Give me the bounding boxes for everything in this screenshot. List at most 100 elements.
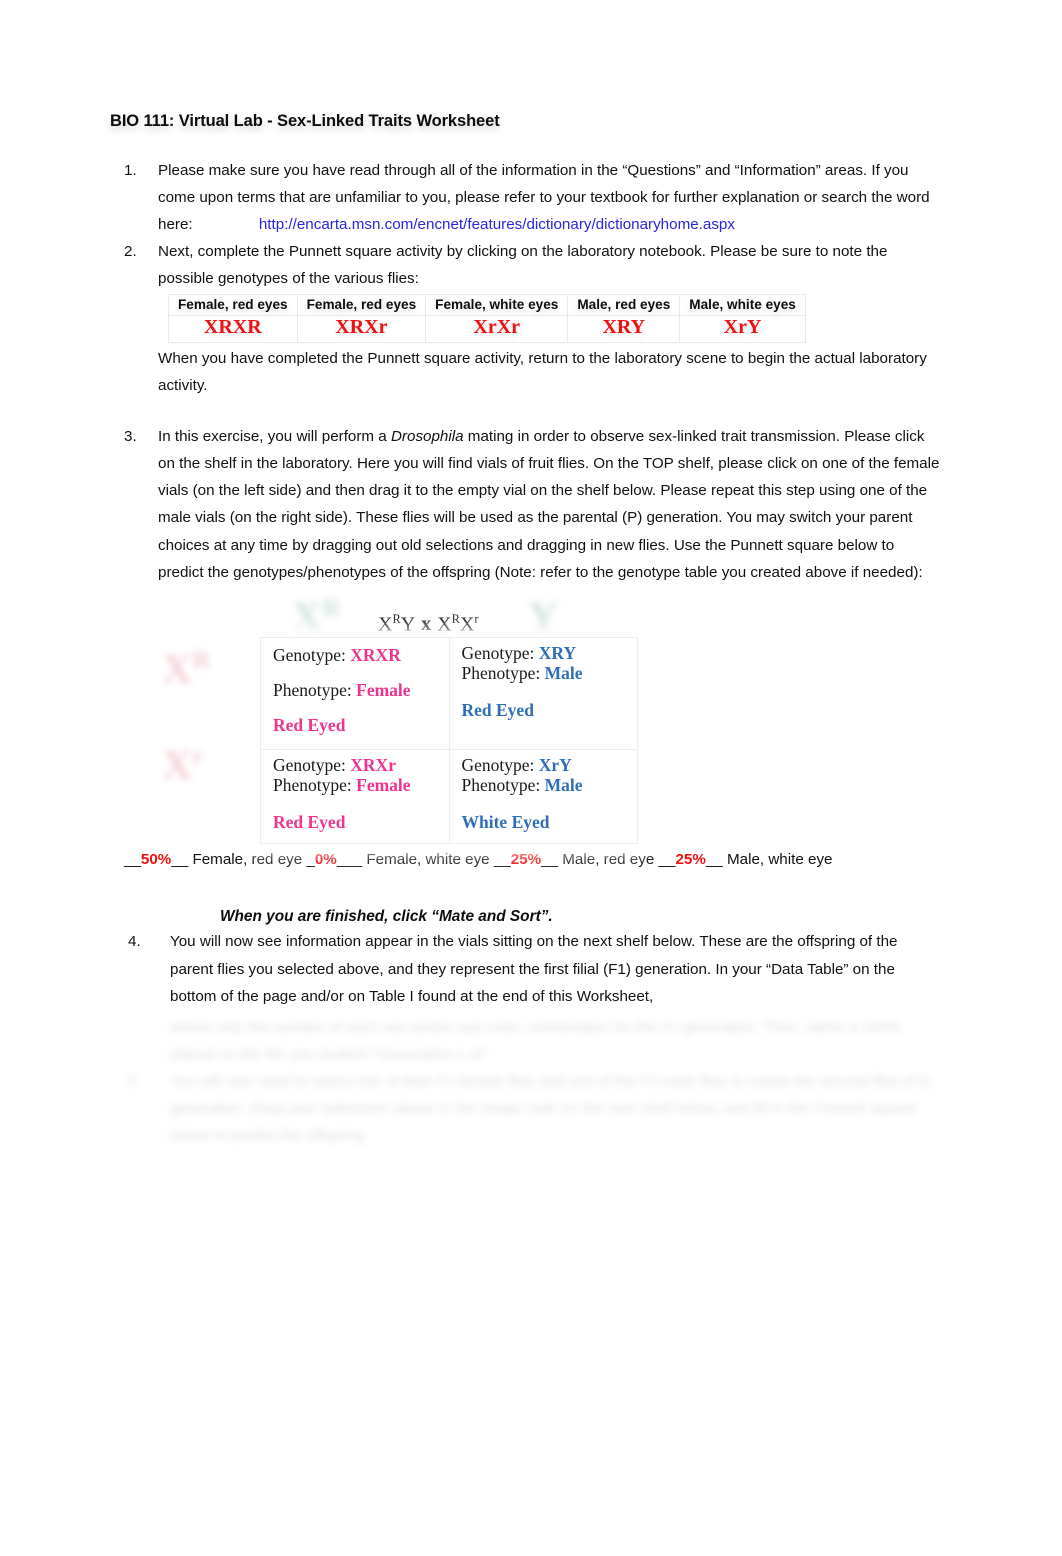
percent-value-male-red: 25% — [510, 850, 542, 868]
percent-blank-before: __ — [658, 850, 676, 868]
list-item-4-number: 4. — [128, 933, 141, 951]
punnett-cell-1-phenotype: Female — [356, 679, 411, 700]
punnett-cross-header: XRY x XRXr — [378, 611, 479, 636]
genotype-value-cell: XRXr — [296, 315, 427, 344]
punnett-cell-4-phenotype: Male — [544, 775, 583, 796]
cross-operator: x — [421, 613, 432, 636]
faded-list-number: 5. — [128, 1072, 141, 1090]
punnett-cell-1-genotype: XRXR — [350, 644, 401, 665]
punnett-cell-3-phenotype: Female — [356, 775, 411, 796]
punnett-cell-3-genotype: XRXr — [350, 754, 396, 775]
genotype-header-cell: Male, white eyes — [679, 294, 806, 317]
punnett-cell-4-eye: White Eyed — [461, 812, 550, 833]
list-item-2: 2. Next, complete the Punnett square act… — [110, 238, 942, 292]
list-item-3-text-part1: In this exercise, you will perform a — [158, 428, 391, 446]
percent-blank-before: _ — [306, 850, 315, 868]
punnett-ghost-row-label-2: Xr — [162, 742, 204, 789]
list-item-1: 1. Please make sure you have read throug… — [110, 157, 942, 238]
list-item-4-text: You will now see information appear in t… — [170, 933, 898, 1005]
genotype-label: Genotype: — [461, 754, 535, 775]
phenotype-label: Phenotype: — [273, 775, 352, 796]
percent-label-male-white: Male, white eye — [722, 850, 833, 868]
percent-label-female-white: Female, white eye — [362, 850, 494, 868]
punnett-cell-3-phenotype-line: Phenotype: Female — [273, 775, 437, 796]
percent-label-female-red: Female, red eye — [188, 850, 307, 868]
percent-label-male-red: Male, red eye — [558, 850, 659, 868]
punnett-cell-2-genotype: XRY — [538, 642, 577, 663]
document-page: BIO 111: Virtual Lab - Sex-Linked Traits… — [0, 0, 1062, 1556]
genotype-header-cell: Male, red eyes — [567, 294, 681, 317]
genotype-table-header-row: Female, red eyes Female, red eyes Female… — [168, 294, 806, 317]
faded-bottom-text: where only the number of each sex and/or… — [110, 1014, 942, 1149]
punnett-cell-2-phenotype-line: Phenotype: Male — [462, 663, 626, 684]
genotype-label: Genotype: — [461, 642, 535, 663]
percent-answer-line: __50%__ Female, red eye _0%___ Female, w… — [110, 838, 942, 883]
faded-paragraph-1: where only the number of each sex and/or… — [110, 1014, 942, 1068]
document-content: BIO 111: Virtual Lab - Sex-Linked Traits… — [110, 112, 942, 1149]
list-item-4: 4. You will now see information appear i… — [110, 928, 942, 1009]
list-item-2-text: Next, complete the Punnett square activi… — [158, 243, 888, 288]
punnett-cell-3-eye: Red Eyed — [273, 812, 346, 833]
genotype-header-cell: Female, white eyes — [425, 294, 569, 317]
punnett-cell-1-genotype-line: Genotype: XRXR — [273, 643, 437, 668]
punnett-cell-2-eye: Red Eyed — [461, 699, 534, 720]
genotype-header-cell: Female, red eyes — [296, 294, 427, 317]
list-item-3-text-part2: mating in order to observe sex-linked tr… — [158, 428, 940, 581]
punnett-grid: Genotype: XRXR Phenotype: Female Red Eye… — [260, 636, 638, 844]
percent-value-male-white: 25% — [675, 850, 706, 868]
percent-value-female-red: 50% — [140, 850, 172, 868]
phenotype-label: Phenotype: — [461, 663, 541, 684]
punnett-square-area: XR Y XR Xr XRY x XRXr Genotype: XRXR Phe… — [110, 594, 942, 844]
genotype-table-value-row: XRXR XRXr XrXr XRY XrY — [168, 315, 806, 344]
percent-blank-after: ___ — [336, 850, 363, 868]
phenotype-label: Phenotype: — [461, 775, 541, 796]
faded-text-2: You will now need to select one of their… — [170, 1072, 931, 1144]
percent-blank-after: __ — [171, 850, 189, 868]
list-item-2-number: 2. — [124, 243, 137, 261]
punnett-cell-2-phenotype: Male — [544, 663, 583, 684]
genotype-label: Genotype: — [273, 644, 346, 665]
punnett-cell-4-phenotype-line: Phenotype: Male — [462, 775, 626, 796]
genotype-value-cell: XRXR — [168, 315, 298, 344]
punnett-row-1: Genotype: XRXR Phenotype: Female Red Eye… — [260, 636, 638, 750]
percent-value-female-white: 0% — [314, 850, 337, 868]
punnett-cell-2: Genotype: XRY Phenotype: Male Red Eyed — [448, 636, 638, 750]
list-item-3: 3. In this exercise, you will perform a … — [110, 423, 942, 585]
punnett-cell-2-genotype-line: Genotype: XRY — [462, 643, 626, 664]
genotype-header-cell: Female, red eyes — [168, 294, 298, 317]
punnett-ghost-column-label-1: XR — [292, 594, 341, 641]
punnett-cell-4-genotype-line: Genotype: XrY — [462, 755, 626, 776]
mate-and-sort-instruction: When you are finished, click “Mate and S… — [220, 908, 553, 926]
percent-blank-before: __ — [493, 850, 511, 868]
dictionary-link[interactable]: http://encarta.msn.com/encnet/features/d… — [259, 211, 735, 238]
punnett-cell-1-eye: Red Eyed — [273, 715, 346, 736]
percent-blank-before: __ — [124, 850, 141, 868]
percent-blank-after: __ — [705, 850, 723, 868]
percent-blank-after: __ — [541, 850, 559, 868]
punnett-cell-1: Genotype: XRXR Phenotype: Female Red Eye… — [260, 636, 450, 750]
genotype-value-cell: XrY — [679, 315, 806, 344]
punnett-table: Genotype: XRXR Phenotype: Female Red Eye… — [260, 636, 638, 844]
page-title: BIO 111: Virtual Lab - Sex-Linked Traits… — [110, 112, 500, 130]
faded-paragraph-2: 5. You will now need to select one of th… — [110, 1068, 942, 1149]
punnett-row-2: Genotype: XRXr Phenotype: Female Red Eye… — [260, 748, 638, 844]
list-item-3-number: 3. — [124, 428, 137, 446]
genotype-label: Genotype: — [273, 754, 346, 775]
punnett-cell-1-phenotype-line: Phenotype: Female — [273, 678, 437, 703]
species-name: Drosophila — [390, 428, 464, 446]
punnett-cell-3: Genotype: XRXr Phenotype: Female Red Eye… — [260, 748, 450, 844]
list-item-1-number: 1. — [124, 162, 137, 179]
punnett-cell-4-genotype: XrY — [538, 754, 572, 775]
punnett-ghost-column-label-2: Y — [528, 594, 559, 641]
genotype-value-cell: XRY — [567, 315, 681, 344]
list-item-2-after-table-text: When you have completed the Punnett squa… — [158, 350, 927, 395]
faded-text-1: where only the number of each sex and/or… — [170, 1018, 901, 1063]
genotype-table: Female, red eyes Female, red eyes Female… — [168, 294, 806, 344]
punnett-cell-3-genotype-line: Genotype: XRXr — [273, 755, 437, 776]
list-item-2-continuation: When you have completed the Punnett squa… — [110, 345, 942, 399]
phenotype-label: Phenotype: — [273, 679, 352, 700]
genotype-value-cell: XrXr — [425, 315, 569, 344]
punnett-ghost-row-label-1: XR — [162, 646, 211, 693]
genotype-table-wrapper: Female, red eyes Female, red eyes Female… — [168, 294, 942, 344]
punnett-cell-4: Genotype: XrY Phenotype: Male White Eyed — [448, 748, 638, 844]
